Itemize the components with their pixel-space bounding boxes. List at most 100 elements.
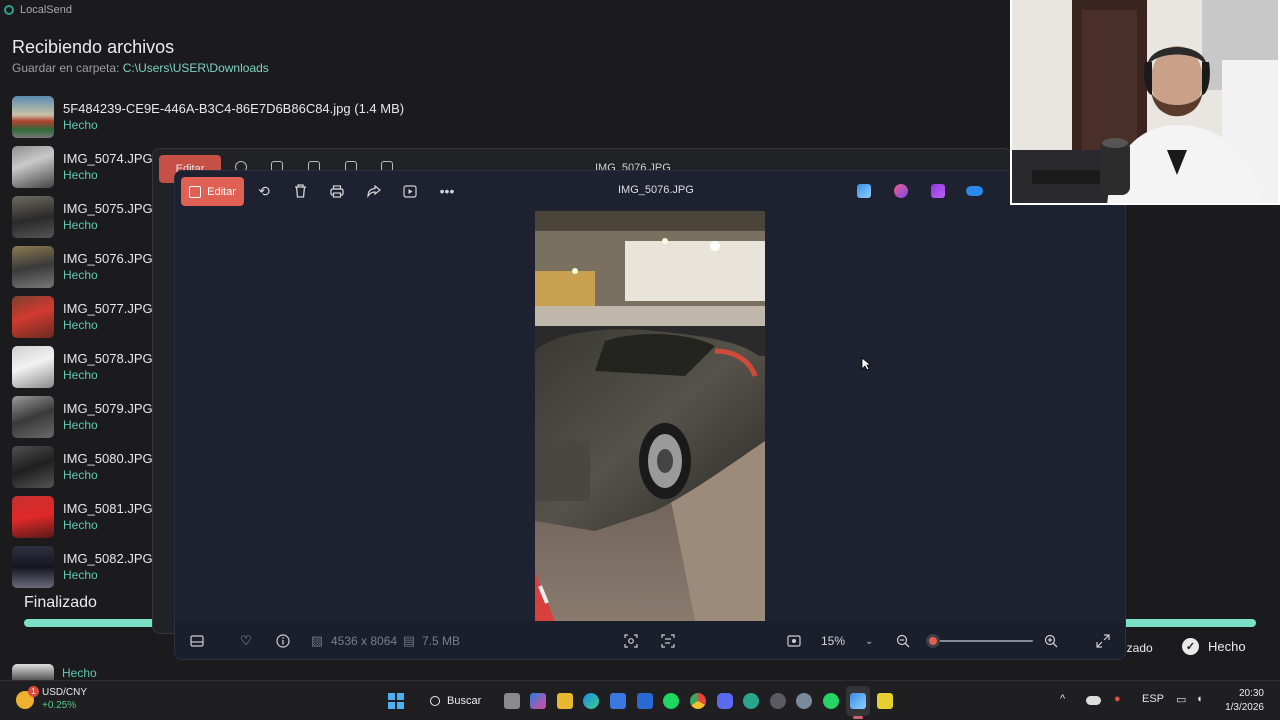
discord-icon[interactable] (717, 693, 733, 709)
widget-title: USD/CNY (42, 687, 88, 698)
file-thumbnail (12, 396, 54, 438)
language-indicator[interactable]: ESP (1142, 693, 1164, 705)
file-thumbnail (12, 146, 54, 188)
chrome-icon[interactable] (690, 693, 706, 709)
edge-icon[interactable] (583, 693, 599, 709)
app-title: LocalSend (20, 4, 72, 16)
file-thumbnail (12, 96, 54, 138)
onedrive-icon[interactable] (966, 186, 983, 196)
file-name: IMG_5079.JPG (63, 401, 153, 416)
spotify-icon[interactable] (663, 693, 679, 709)
progress-bar-end (1124, 619, 1256, 627)
file-status: Hecho (63, 518, 98, 532)
edit-button[interactable]: Editar (181, 177, 244, 206)
zoom-slider[interactable] (933, 640, 1033, 642)
favorite-icon[interactable]: ♡ (238, 633, 254, 649)
task-view-icon[interactable] (504, 693, 520, 709)
volume-icon[interactable]: ◖ (1196, 693, 1203, 705)
taskbar-search[interactable]: Buscar (422, 688, 492, 714)
save-folder-label: Guardar en carpeta: (12, 61, 120, 75)
search-label: Buscar (447, 695, 482, 707)
photos-toolbar: Editar ⟲ ••• IMG_5076.JPG (175, 171, 1125, 211)
outlook-icon[interactable] (637, 693, 653, 709)
save-folder-path[interactable]: C:\Users\USER\Downloads (123, 61, 269, 75)
dimensions-icon: ▧ (310, 633, 324, 648)
filmstrip-icon[interactable] (189, 633, 205, 649)
more-icon[interactable]: ••• (439, 183, 455, 199)
file-explorer-icon[interactable] (557, 693, 573, 709)
done-button[interactable]: ✓ Hecho (1182, 638, 1246, 655)
localsend-icon[interactable] (743, 693, 759, 709)
file-status: Hecho (63, 468, 98, 482)
zoom-in-icon[interactable] (1043, 633, 1059, 649)
visual-search-icon[interactable] (623, 633, 639, 649)
slideshow-icon[interactable] (402, 183, 418, 199)
rotate-icon[interactable]: ⟲ (256, 183, 272, 199)
progress-bar (24, 619, 159, 627)
mouse-cursor-icon (861, 357, 871, 371)
file-thumbnail (12, 446, 54, 488)
clipchamp-icon[interactable] (894, 184, 908, 198)
widget-change: +0.25% (42, 700, 77, 711)
file-name: IMG_5076.JPG (63, 251, 153, 266)
start-button[interactable] (388, 693, 404, 709)
image-dimensions: 4536 x 8064 (331, 634, 398, 648)
file-status: Hecho (63, 368, 98, 382)
zoom-slider-handle[interactable] (926, 634, 940, 648)
chevron-down-icon: ⌄ (865, 635, 874, 647)
done-button-label: Hecho (1208, 639, 1246, 654)
edit-button-label: Editar (207, 185, 236, 198)
designer-icon[interactable] (931, 184, 945, 198)
file-thumbnail (12, 196, 54, 238)
delete-icon[interactable] (292, 183, 308, 199)
microphone-icon[interactable]: ● (1114, 693, 1121, 705)
file-status: Hecho (63, 318, 98, 332)
chatgpt-icon[interactable] (770, 693, 786, 709)
chevron-up-icon[interactable]: ^ (1060, 693, 1065, 705)
file-name: IMG_5082.JPG (63, 551, 153, 566)
notification-badge: 1 (28, 685, 39, 697)
store-icon[interactable] (610, 693, 626, 709)
file-thumbnail (12, 246, 54, 288)
sticky-notes-icon[interactable] (877, 693, 893, 709)
taskbar: 1 USD/CNY +0.25% Buscar ^ ● ESP ▭ ◖ 20:3… (0, 680, 1280, 720)
settings-icon[interactable] (796, 693, 812, 709)
finished-label: Finalizado (24, 594, 97, 611)
zoom-out-icon[interactable] (895, 633, 911, 649)
file-size: 7.5 MB (422, 634, 461, 648)
share-icon[interactable] (366, 183, 382, 199)
zoom-select[interactable]: 15% ⌄ (811, 628, 885, 654)
file-name: IMG_5077.JPG (63, 301, 153, 316)
info-icon[interactable] (275, 633, 291, 649)
file-thumbnail (12, 496, 54, 538)
fullscreen-icon[interactable] (1095, 633, 1111, 649)
whatsapp-icon[interactable] (823, 693, 839, 709)
file-name: IMG_5081.JPG (63, 501, 153, 516)
network-icon[interactable]: ▭ (1176, 693, 1186, 706)
clock[interactable]: 20:30 1/3/2026 (1222, 687, 1264, 715)
print-icon[interactable] (329, 183, 345, 199)
edit-icon (189, 185, 202, 198)
copilot-icon[interactable] (530, 693, 546, 709)
zoom-value: 15% (821, 634, 846, 648)
file-status: Hecho (63, 168, 98, 182)
text-scan-icon[interactable] (660, 633, 676, 649)
file-thumbnail (12, 664, 54, 680)
webcam-overlay (1010, 0, 1280, 205)
file-name: IMG_5074.JPG (63, 151, 153, 166)
photos-icon (850, 693, 866, 709)
fit-to-window-icon[interactable] (786, 633, 802, 649)
page-title: Recibiendo archivos (12, 37, 175, 57)
clock-time: 20:30 (1238, 688, 1264, 699)
photo-preview[interactable] (535, 211, 765, 621)
active-indicator (853, 716, 863, 719)
onedrive-tray-icon[interactable] (1086, 696, 1101, 705)
file-status: Hecho (63, 218, 98, 232)
file-name: 5F484239-CE9E-446A-B3C4-86E7D6B86C84.jpg… (63, 101, 405, 116)
photos-bottom-bar: ♡ ▧ 4536 x 8064 ▤ 7.5 MB 15% ⌄ (175, 621, 1125, 659)
file-thumbnail (12, 546, 54, 588)
file-status: Hecho (63, 118, 98, 132)
widgets-button[interactable]: 1 USD/CNY +0.25% (16, 685, 88, 712)
list-item: 5F484239-CE9E-446A-B3C4-86E7D6B86C84.jpg… (12, 92, 472, 142)
photo-editor-app-icon[interactable] (857, 184, 871, 198)
